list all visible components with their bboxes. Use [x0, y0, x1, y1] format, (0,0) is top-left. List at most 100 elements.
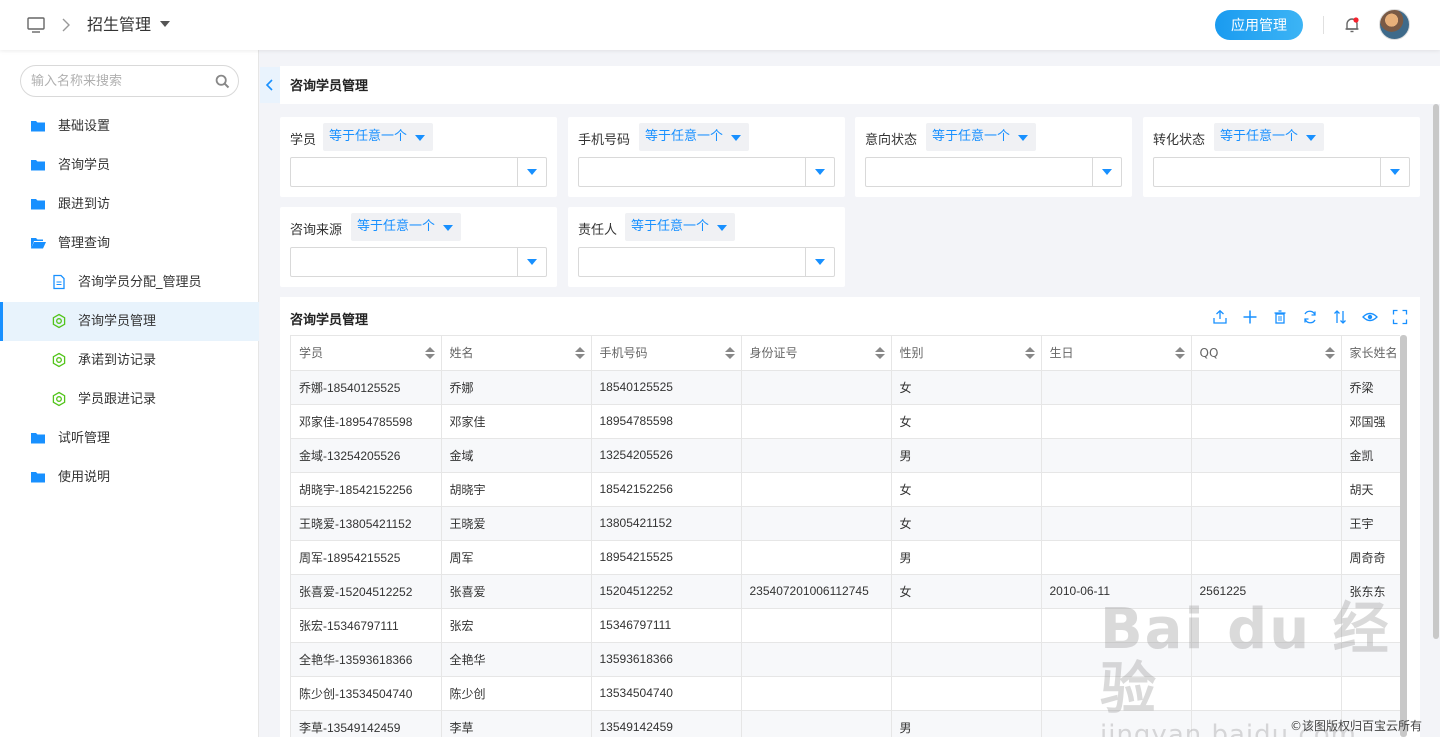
filter-operator-dropdown[interactable]: 等于任意一个 — [323, 123, 434, 151]
app-management-button[interactable]: 应用管理 — [1215, 10, 1303, 40]
table-cell: 18540125525 — [591, 370, 742, 405]
column-header[interactable]: 家长姓名 — [1341, 336, 1400, 371]
filter-operator-dropdown[interactable]: 等于任意一个 — [1214, 123, 1325, 151]
table-cell: 乔娜 — [441, 370, 592, 405]
table-row[interactable]: 金域-13254205526 金域 13254205526 男 金凯 — [291, 438, 1400, 473]
table-cell: 周奇奇 — [1341, 540, 1400, 575]
table-row[interactable]: 周军-18954215525 周军 18954215525 男 周奇奇 — [291, 540, 1400, 575]
sidebar-item[interactable]: 咨询学员管理 — [0, 302, 259, 341]
table-cell: 王晓爱-13805421152 — [291, 506, 442, 541]
monitor-icon[interactable] — [27, 16, 45, 34]
sidebar-item[interactable]: 跟进到访 — [0, 185, 259, 224]
chevron-down-icon[interactable] — [1092, 158, 1121, 186]
filter-card: 手机号码 等于任意一个 — [568, 117, 845, 197]
sidebar-item[interactable]: 学员跟进记录 — [0, 380, 259, 419]
sidebar-item-label: 咨询学员管理 — [78, 314, 157, 329]
folder-icon — [30, 469, 46, 485]
sidebar-search-input[interactable] — [31, 72, 201, 90]
filter-operator-dropdown[interactable]: 等于任意一个 — [926, 123, 1037, 151]
sort-icon[interactable] — [424, 347, 435, 359]
upload-icon[interactable] — [1212, 309, 1228, 325]
table-header-row: 学员 姓名 手机号码 身份证号 性别 生日 QQ 家长姓名 — [291, 336, 1400, 371]
table-cell: 周军 — [441, 540, 592, 575]
folder-icon — [30, 157, 46, 173]
folder-icon — [30, 430, 46, 446]
avatar[interactable] — [1379, 9, 1410, 40]
sidebar-item[interactable]: 咨询学员分配_管理员 — [0, 263, 259, 302]
table-row[interactable]: 乔娜-18540125525 乔娜 18540125525 女 乔梁 — [291, 370, 1400, 405]
search-icon[interactable] — [215, 74, 230, 89]
top-header: 招生管理 应用管理 — [0, 0, 1440, 50]
sidebar-item[interactable]: 咨询学员 — [0, 146, 259, 185]
sort-icon[interactable] — [1324, 347, 1335, 359]
table-cell — [891, 676, 1042, 711]
filter-value-select[interactable] — [290, 157, 547, 187]
filter-value-select[interactable] — [865, 157, 1122, 187]
column-header-label: QQ — [1199, 345, 1219, 360]
filter-operator-dropdown[interactable]: 等于任意一个 — [351, 213, 462, 241]
sort-icon[interactable] — [1024, 347, 1035, 359]
chevron-down-icon[interactable] — [805, 248, 834, 276]
sidebar-item[interactable]: 使用说明 — [0, 458, 259, 497]
filter-operator-dropdown[interactable]: 等于任意一个 — [625, 213, 736, 241]
sort-icon[interactable] — [574, 347, 585, 359]
column-header[interactable]: 生日 — [1041, 336, 1192, 371]
table-row[interactable]: 王晓爱-13805421152 王晓爱 13805421152 女 王宇 — [291, 506, 1400, 541]
collapse-sidebar-button[interactable] — [260, 67, 280, 103]
sidebar-item-label: 承诺到访记录 — [78, 353, 157, 368]
sidebar-item[interactable]: 试听管理 — [0, 419, 259, 458]
column-header[interactable]: 身份证号 — [741, 336, 892, 371]
chevron-down-icon[interactable] — [160, 21, 170, 27]
filter-value-select[interactable] — [578, 247, 835, 277]
filter-value-select[interactable] — [578, 157, 835, 187]
chevron-down-icon[interactable] — [1380, 158, 1409, 186]
table-cell — [741, 642, 892, 677]
module-title[interactable]: 招生管理 — [87, 14, 151, 36]
table-cell: 陈少创 — [441, 676, 592, 711]
sort-icon[interactable] — [874, 347, 885, 359]
table-cell — [1191, 506, 1342, 541]
table-cell: 18542152256 — [591, 472, 742, 507]
refresh-icon[interactable] — [1302, 309, 1318, 325]
sidebar-item[interactable]: 管理查询 — [0, 224, 259, 263]
column-header[interactable]: 姓名 — [441, 336, 592, 371]
bell-icon[interactable] — [1343, 16, 1361, 34]
table-cell — [1041, 506, 1192, 541]
table-row[interactable]: 胡晓宇-18542152256 胡晓宇 18542152256 女 胡天 — [291, 472, 1400, 507]
column-header[interactable]: QQ — [1191, 336, 1342, 371]
filter-value-select[interactable] — [290, 247, 547, 277]
page-scrollbar[interactable] — [1433, 104, 1439, 639]
sort-icon[interactable] — [724, 347, 735, 359]
sort-icon[interactable] — [1174, 347, 1185, 359]
column-header[interactable]: 性别 — [891, 336, 1042, 371]
table-cell: 13534504740 — [591, 676, 742, 711]
chevron-down-icon[interactable] — [805, 158, 834, 186]
table-cell: 邓家佳 — [441, 404, 592, 439]
sort-icon[interactable] — [1332, 309, 1348, 325]
plus-icon[interactable] — [1242, 309, 1258, 325]
table-row[interactable]: 邓家佳-18954785598 邓家佳 18954785598 女 邓国强 — [291, 404, 1400, 439]
gear-icon — [51, 313, 67, 329]
sidebar-item-label: 咨询学员 — [58, 158, 111, 173]
chevron-down-icon[interactable] — [517, 248, 546, 276]
sidebar-item[interactable]: 基础设置 — [0, 107, 259, 146]
filter-label: 责任人 — [578, 223, 618, 238]
column-header[interactable]: 学员 — [291, 336, 442, 371]
table-cell: 邓国强 — [1341, 404, 1400, 439]
folder-open-icon — [30, 235, 46, 251]
table-cell — [741, 404, 892, 439]
filter-operator-dropdown[interactable]: 等于任意一个 — [639, 123, 750, 151]
column-header[interactable]: 手机号码 — [591, 336, 742, 371]
filter-value-select[interactable] — [1153, 157, 1410, 187]
table-cell: 女 — [891, 472, 1042, 507]
delete-icon[interactable] — [1272, 309, 1288, 325]
table-cell — [1191, 438, 1342, 473]
fullscreen-icon[interactable] — [1392, 309, 1408, 325]
table-cell — [1041, 540, 1192, 575]
sidebar: 基础设置咨询学员跟进到访管理查询咨询学员分配_管理员咨询学员管理承诺到访记录学员… — [0, 50, 259, 737]
sidebar-item[interactable]: 承诺到访记录 — [0, 341, 259, 380]
table-cell: 李草-13549142459 — [291, 710, 442, 737]
eye-icon[interactable] — [1362, 309, 1378, 325]
folder-icon — [30, 118, 46, 134]
chevron-down-icon[interactable] — [517, 158, 546, 186]
